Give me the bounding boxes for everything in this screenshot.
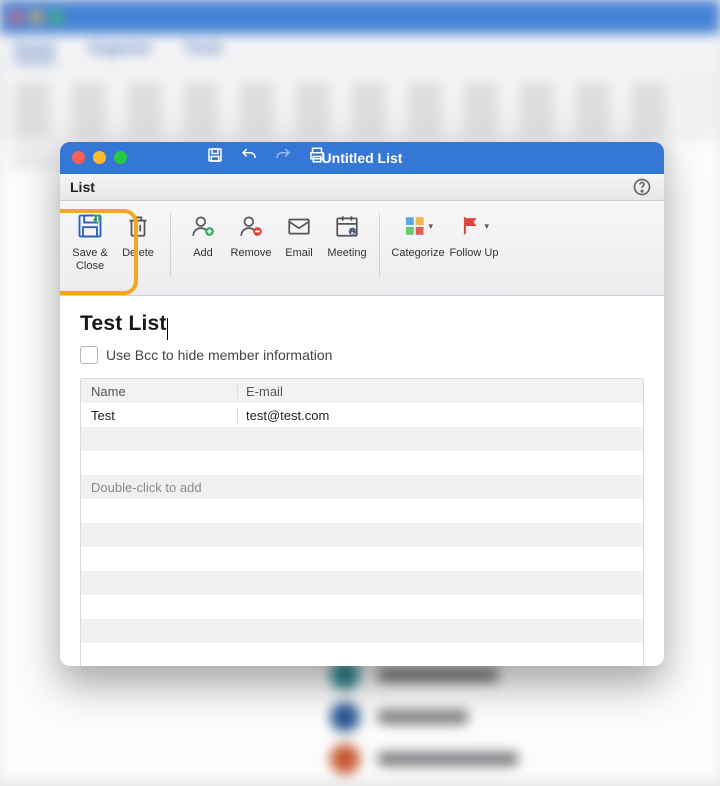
titlebar: Untitled List <box>60 142 664 174</box>
follow-up-label: Follow Up <box>450 247 499 260</box>
follow-up-button[interactable]: ▾ Follow Up <box>448 209 500 260</box>
table-row[interactable] <box>81 571 643 595</box>
table-row[interactable] <box>81 427 643 451</box>
meeting-button[interactable]: Meeting <box>323 209 371 260</box>
header-name: Name <box>81 384 238 399</box>
header-email: E-mail <box>238 384 643 399</box>
tab-list[interactable]: List <box>70 179 95 195</box>
cell-name: Test <box>81 408 238 423</box>
table-row[interactable] <box>81 595 643 619</box>
save-close-label: Save & Close <box>66 247 114 273</box>
cell-email: test@test.com <box>238 408 643 423</box>
table-row[interactable] <box>81 451 643 475</box>
table-row[interactable] <box>81 547 643 571</box>
table-row[interactable]: Test test@test.com <box>81 403 643 427</box>
add-placeholder: Double-click to add <box>81 480 643 495</box>
delete-label: Delete <box>122 247 154 260</box>
delete-button[interactable]: Delete <box>114 209 162 260</box>
table-row[interactable] <box>81 643 643 666</box>
save-close-button[interactable]: Save & Close <box>66 209 114 273</box>
list-name-value: Test List <box>80 312 167 336</box>
window-title: Untitled List <box>60 150 664 166</box>
table-row[interactable] <box>81 523 643 547</box>
email-label: Email <box>285 247 313 260</box>
remove-button[interactable]: Remove <box>227 209 275 260</box>
categorize-button[interactable]: ▾ Categorize <box>388 209 448 260</box>
bcc-label: Use Bcc to hide member information <box>106 347 332 363</box>
table-row[interactable] <box>81 619 643 643</box>
members-table: Name E-mail Test test@test.com Double-cl… <box>80 378 644 666</box>
bcc-checkbox-row[interactable]: Use Bcc to hide member information <box>80 346 644 364</box>
add-button[interactable]: Add <box>179 209 227 260</box>
meeting-label: Meeting <box>327 247 366 260</box>
table-row[interactable] <box>81 499 643 523</box>
add-row[interactable]: Double-click to add <box>81 475 643 499</box>
checkbox-icon[interactable] <box>80 346 98 364</box>
table-header: Name E-mail <box>81 379 643 403</box>
email-button[interactable]: Email <box>275 209 323 260</box>
add-label: Add <box>193 247 213 260</box>
list-editor-window: Untitled List List Save & Close <box>60 142 664 666</box>
list-name-field[interactable]: Test List <box>80 312 644 346</box>
ribbon: Save & Close Delete <box>60 201 664 296</box>
categorize-label: Categorize <box>391 247 444 260</box>
help-icon[interactable] <box>632 177 652 197</box>
remove-label: Remove <box>231 247 272 260</box>
ribbon-tab-bar: List <box>60 174 664 201</box>
